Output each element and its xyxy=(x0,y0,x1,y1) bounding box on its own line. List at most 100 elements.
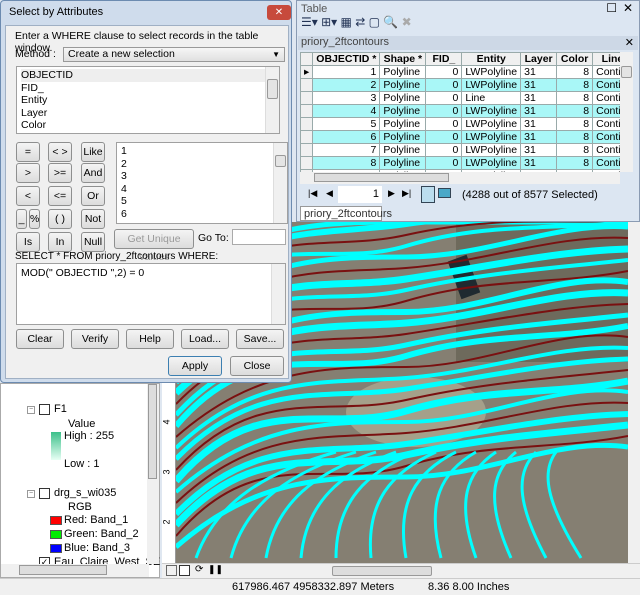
table-cell: 0 xyxy=(425,156,463,170)
table-row[interactable]: 3Polyline0Line318Continuo xyxy=(300,91,620,105)
value-item[interactable]: 4 xyxy=(121,183,283,196)
load-button[interactable]: Load... xyxy=(181,329,229,349)
operator-button[interactable]: > xyxy=(16,163,40,183)
data-view-icon[interactable] xyxy=(166,565,177,576)
switch-selection-icon[interactable]: ⇄ xyxy=(355,15,365,29)
operator-button[interactable]: In xyxy=(48,232,72,252)
row-selector[interactable] xyxy=(300,117,314,131)
operator-button[interactable]: Like xyxy=(81,142,105,162)
zoom-to-selected-icon[interactable]: 🔍 xyxy=(383,15,398,29)
row-selector[interactable]: ▸ xyxy=(300,65,314,79)
operator-button[interactable]: Not xyxy=(81,209,105,229)
row-selector[interactable] xyxy=(300,78,314,92)
field-item[interactable]: Entity xyxy=(21,94,275,107)
operator-button[interactable]: And xyxy=(81,163,105,183)
toc-horizontal-scrollbar[interactable] xyxy=(1,564,149,577)
table-tab[interactable]: priory_2ftcontours xyxy=(300,206,392,221)
operator-button[interactable]: % xyxy=(29,209,40,229)
close-layer-icon[interactable]: ✕ xyxy=(625,36,634,49)
operator-button[interactable]: < xyxy=(16,186,40,206)
verify-button[interactable]: Verify xyxy=(71,329,119,349)
operator-button[interactable]: = xyxy=(16,142,40,162)
row-selector[interactable] xyxy=(300,156,314,170)
show-all-records-icon[interactable] xyxy=(421,186,435,203)
maximize-icon[interactable]: ☐ xyxy=(606,1,617,15)
column-header[interactable]: OBJECTID * xyxy=(312,52,381,66)
layout-view-icon[interactable] xyxy=(179,565,190,576)
next-record-icon[interactable]: ▶ xyxy=(388,188,395,199)
help-button[interactable]: Help xyxy=(126,329,174,349)
table-row[interactable]: 4Polyline0LWPolyline318Continuo xyxy=(300,104,620,118)
table-horizontal-scrollbar[interactable] xyxy=(300,172,620,184)
save-button[interactable]: Save... xyxy=(236,329,284,349)
toc-vertical-scrollbar[interactable] xyxy=(147,384,159,564)
horizontal-scrollbar[interactable] xyxy=(332,566,432,576)
value-item[interactable]: 1 xyxy=(121,145,283,158)
operator-button[interactable]: >= xyxy=(48,163,72,183)
collapse-icon[interactable]: − xyxy=(27,490,35,498)
field-item[interactable]: Layer xyxy=(21,107,275,120)
related-tables-icon[interactable]: ⊞▾ xyxy=(321,15,337,29)
field-item[interactable]: OBJECTID xyxy=(21,69,275,82)
fields-list[interactable]: OBJECTID FID_ Entity Layer Color xyxy=(16,66,280,134)
table-row[interactable]: 2Polyline0LWPolyline318Continuo xyxy=(300,78,620,92)
column-header[interactable]: Shape * xyxy=(379,52,427,66)
value-item[interactable]: 6 xyxy=(121,208,283,221)
table-row[interactable]: ▸1Polyline0LWPolyline318Continuo xyxy=(300,65,620,79)
column-header[interactable]: Entity xyxy=(461,52,522,66)
previous-record-icon[interactable]: ◀ xyxy=(326,188,333,199)
layer-checkbox-f1[interactable] xyxy=(39,404,50,415)
table-vertical-scrollbar[interactable] xyxy=(620,52,633,172)
refresh-icon[interactable]: ⟳ xyxy=(195,564,203,575)
field-item[interactable]: FID_ xyxy=(21,82,275,95)
column-header[interactable]: Linety xyxy=(592,52,620,66)
goto-input[interactable] xyxy=(232,229,286,245)
operator-button[interactable]: ( ) xyxy=(48,209,72,229)
column-header[interactable]: FID_ xyxy=(425,52,463,66)
operator-button[interactable]: Or xyxy=(81,186,105,206)
row-selector[interactable] xyxy=(300,91,314,105)
column-header[interactable]: Layer xyxy=(520,52,558,66)
selection-count: (4288 out of 8577 Selected) xyxy=(462,189,598,201)
table-row[interactable]: 5Polyline0LWPolyline318Continuo xyxy=(300,117,620,131)
table-row[interactable]: 7Polyline0LWPolyline318Continuo xyxy=(300,143,620,157)
value-item[interactable]: 3 xyxy=(121,170,283,183)
collapse-icon[interactable]: − xyxy=(27,406,35,414)
last-record-icon[interactable]: ▶| xyxy=(402,188,411,199)
expression-textarea[interactable]: MOD(" OBJECTID ",2) = 0 xyxy=(16,263,286,325)
operator-button[interactable]: < > xyxy=(48,142,72,162)
show-selected-records-icon[interactable] xyxy=(438,188,451,198)
column-header[interactable]: Color xyxy=(556,52,594,66)
get-unique-values-button[interactable]: Get Unique Values xyxy=(114,229,194,263)
map-vertical-scrollbar[interactable] xyxy=(628,222,640,563)
delete-selected-icon[interactable]: ✖ xyxy=(402,15,412,29)
layer-checkbox-drg[interactable] xyxy=(39,488,50,499)
close-icon[interactable]: ✕ xyxy=(623,1,633,15)
row-selector[interactable] xyxy=(300,130,314,144)
attribute-grid[interactable]: OBJECTID * Shape * FID_ Entity Layer Color Lin… xyxy=(300,52,620,172)
operator-button[interactable]: Is xyxy=(16,232,40,252)
field-item[interactable]: Color xyxy=(21,119,275,132)
status-coordinates: 617986.467 4958332.897 Meters xyxy=(232,581,395,593)
operator-button[interactable]: Null xyxy=(81,232,105,252)
row-selector[interactable] xyxy=(300,143,314,157)
method-select[interactable]: Create a new selection ▼ xyxy=(63,47,285,62)
first-record-icon[interactable]: |◀ xyxy=(308,188,317,199)
close-icon[interactable]: ✕ xyxy=(267,5,291,20)
table-row[interactable]: 8Polyline0LWPolyline318Continuo xyxy=(300,156,620,170)
clear-selection-icon[interactable]: ▢ xyxy=(369,15,380,29)
apply-button[interactable]: Apply xyxy=(168,356,222,376)
clear-button[interactable]: Clear xyxy=(16,329,64,349)
value-item[interactable]: 2 xyxy=(121,158,283,171)
close-button[interactable]: Close xyxy=(230,356,284,376)
select-by-attributes-icon[interactable]: ▦ xyxy=(341,15,352,29)
record-number-input[interactable]: 1 xyxy=(338,186,382,203)
row-selector[interactable] xyxy=(300,104,314,118)
pause-icon[interactable]: ❚❚ xyxy=(208,564,223,575)
operator-button[interactable]: _ xyxy=(16,209,27,229)
values-list[interactable]: 123456 xyxy=(116,142,288,224)
value-item[interactable]: 5 xyxy=(121,195,283,208)
operator-button[interactable]: <= xyxy=(48,186,72,206)
table-row[interactable]: 6Polyline0LWPolyline318Continuo xyxy=(300,130,620,144)
table-options-icon[interactable]: ☰▾ xyxy=(301,15,318,29)
